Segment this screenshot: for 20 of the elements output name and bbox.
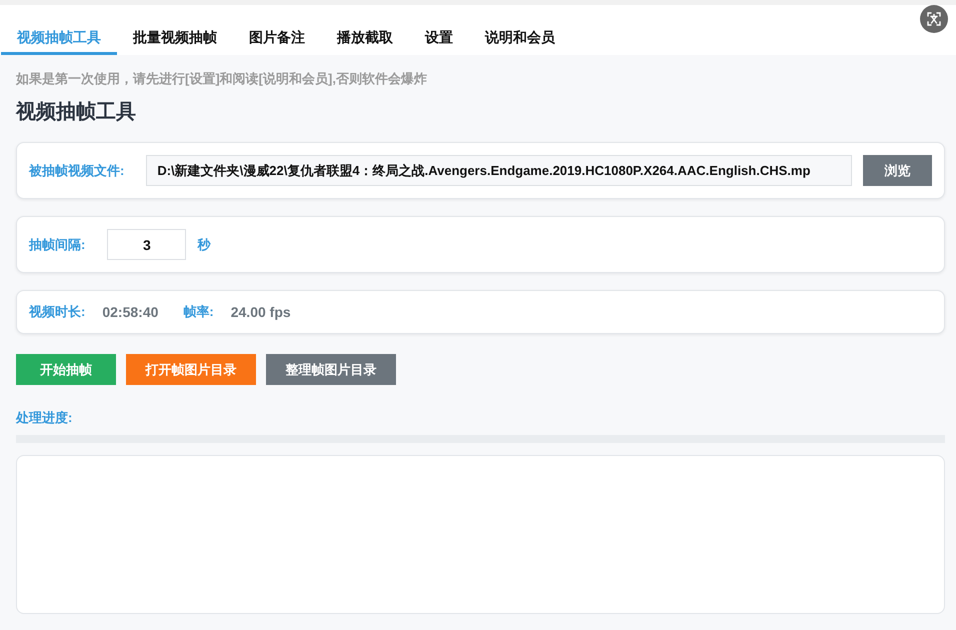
tab[interactable]: 说明和会员 [469,5,571,55]
notice-text: 如果是第一次使用，请先进行[设置]和阅读[说明和会员],否则软件会爆炸 [16,70,427,88]
interval-field[interactable]: 3 [107,229,186,260]
progress-label: 处理进度: [16,409,72,427]
file-path-field[interactable]: D:\新建文件夹\漫威22\复仇者联盟4：终局之战.Avengers.Endgame.2019.HC1080P.X264.AAC.English.CHS.mp [146,155,852,186]
info-value: 24.00 fps [230,303,291,321]
tab[interactable]: 播放截取 [321,5,409,55]
info-value: 02:58:40 [102,303,158,321]
unit-label: 秒 [197,236,210,254]
interval-label: 抽帧间隔: [29,236,86,254]
action-button[interactable]: 整理帧图片目录 [266,354,396,385]
page-heading: 视频抽帧工具 [16,100,136,125]
info-label: 帧率: [183,303,214,321]
tab[interactable]: 图片备注 [233,5,321,55]
browse-button[interactable]: 浏览 [863,155,932,186]
tab[interactable]: 批量视频抽帧 [117,5,233,55]
text-scan-icon[interactable] [920,5,948,33]
info-label: 视频时长: [29,303,86,321]
tab[interactable]: 设置 [409,5,469,55]
file-label: 被抽帧视频文件: [29,162,124,180]
